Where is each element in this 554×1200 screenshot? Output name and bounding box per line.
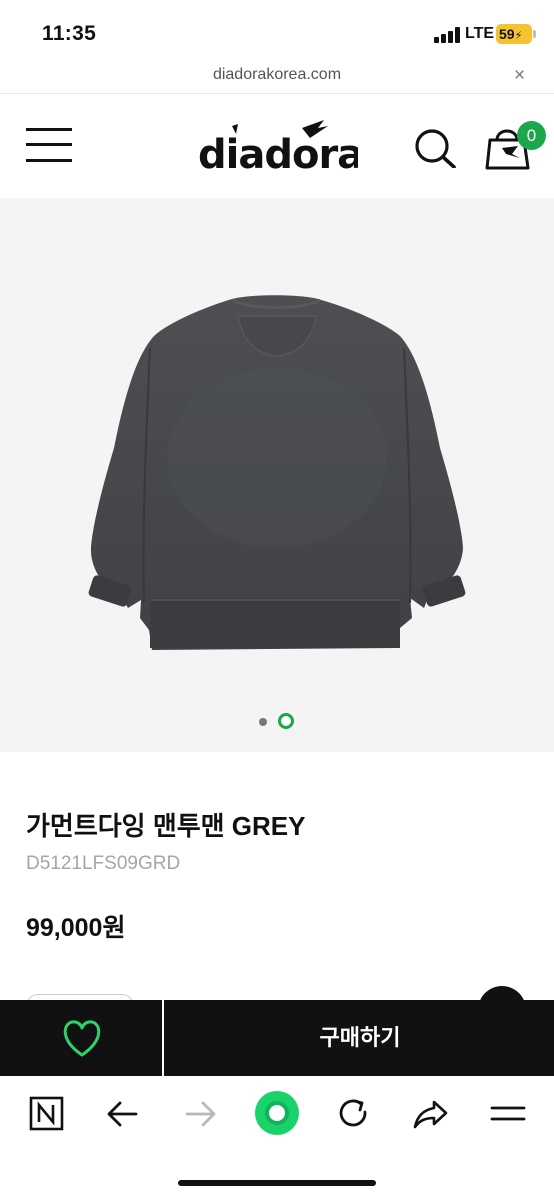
slide-indicator (0, 712, 554, 732)
product-name: 가먼트다잉 맨투맨 GREY (26, 811, 306, 841)
naver-n-icon[interactable] (23, 1092, 69, 1136)
network-type: LTE (465, 25, 495, 42)
close-icon[interactable]: × (514, 65, 525, 87)
site-header: diadora (0, 94, 554, 198)
green-dot-icon[interactable] (254, 1090, 300, 1136)
slide-dot-1[interactable] (259, 718, 267, 726)
menu-icon[interactable] (485, 1092, 531, 1136)
battery-level: 59 (499, 26, 515, 42)
cart-count-badge[interactable]: 0 (517, 121, 546, 150)
buy-bar: 구매하기 (0, 1000, 554, 1076)
back-arrow-icon[interactable] (100, 1092, 146, 1136)
buy-button[interactable]: 구매하기 (166, 1000, 554, 1076)
product-image[interactable] (0, 198, 554, 752)
url-bar[interactable]: diadorakorea.com × (0, 62, 554, 94)
diadora-logo[interactable]: diadora (196, 118, 358, 174)
share-icon[interactable] (408, 1092, 454, 1136)
battery-icon: 59⚡ (496, 24, 532, 44)
status-time: 11:35 (42, 22, 97, 45)
slide-dot-2-active[interactable] (278, 713, 294, 729)
product-code: D5121LFS09GRD (26, 853, 181, 874)
forward-arrow-icon[interactable] (177, 1092, 223, 1136)
wishlist-button[interactable] (0, 1000, 164, 1076)
sweatshirt-image (88, 295, 466, 650)
product-price: 99,000원 (26, 914, 126, 942)
heart-outline-icon (63, 1020, 101, 1057)
search-icon[interactable] (412, 128, 458, 168)
reload-icon[interactable] (331, 1092, 377, 1136)
home-indicator (178, 1180, 376, 1186)
url-text[interactable]: diadorakorea.com (0, 66, 554, 84)
hamburger-menu-icon[interactable] (26, 126, 72, 164)
status-bar: 11:35 LTE 59⚡ (0, 0, 554, 62)
brand-logo-text: diadora (198, 132, 358, 174)
battery-cap (533, 30, 536, 38)
signal-strength-icon (434, 27, 460, 43)
